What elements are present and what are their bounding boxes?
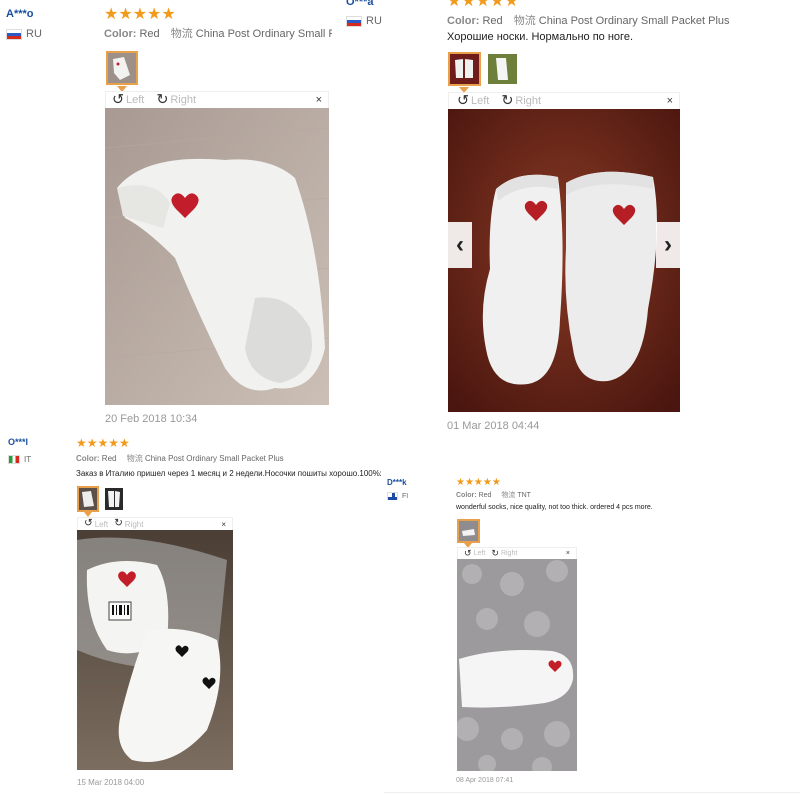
rotate-left-icon: ↺ — [112, 91, 124, 108]
rotate-right-button[interactable]: ↻ Right — [501, 92, 542, 109]
review-photo — [457, 559, 577, 771]
photo-toolbar: ↺ Left ↻ Right × — [77, 517, 233, 530]
rotate-right-icon: ↻ — [114, 517, 123, 529]
rotate-right-label: Right — [515, 94, 542, 107]
rotate-left-icon: ↺ — [464, 547, 472, 558]
review-photo — [77, 530, 233, 770]
shipping-value: China Post Ordinary Small Packet Plus — [538, 15, 730, 27]
review-meta: Color: Red 物流 China Post Ordinary Small … — [76, 453, 376, 464]
previous-photo-button[interactable]: ‹ — [448, 222, 472, 268]
rotate-right-button[interactable]: ↻ Right — [114, 517, 144, 529]
reviewer-name: D***k — [387, 478, 407, 487]
rotate-left-button[interactable]: ↺ Left — [457, 92, 490, 109]
review-text: Хорошие носки. Нормально по ноге. — [447, 31, 633, 43]
color-value: Red — [101, 454, 117, 463]
reviewer-name: O***a — [346, 0, 374, 8]
bottom-divider — [384, 792, 800, 793]
rating-stars: ★★★★★ — [456, 477, 501, 488]
shipping-label: 物流 — [170, 28, 193, 40]
review-meta: Color: Red 物流 China Post Ordinary Small … — [447, 12, 777, 28]
color-label: Color: — [447, 15, 480, 27]
next-photo-button[interactable]: › — [656, 222, 680, 268]
reviewer-name: O***l — [8, 437, 29, 447]
reviewer-country: RU — [346, 15, 382, 27]
italy-flag-icon — [8, 455, 20, 464]
rotate-left-icon: ↺ — [84, 517, 93, 529]
color-label: Color: — [76, 454, 100, 463]
rotate-right-icon: ↻ — [491, 547, 499, 558]
chevron-left-icon: ‹ — [456, 231, 464, 258]
rotate-right-label: Right — [124, 519, 144, 529]
color-value: Red — [139, 28, 160, 40]
review-date: 20 Feb 2018 10:34 — [105, 413, 198, 425]
review-text: wonderful socks, nice quality, not too t… — [456, 504, 653, 511]
close-button[interactable]: × — [221, 520, 232, 529]
reviewer-country: FI — [387, 492, 408, 500]
photo-toolbar: ↺ Left ↻ Right × — [105, 91, 329, 108]
rotate-left-label: Left — [470, 94, 490, 107]
rotate-left-button[interactable]: ↺ Left — [464, 547, 486, 558]
review-date: 01 Mar 2018 04:44 — [447, 420, 540, 432]
reviewer-country: IT — [8, 455, 31, 464]
chevron-right-icon: › — [664, 231, 672, 258]
review-text: Заказ в Италию пришел через 1 месяц и 2 … — [76, 469, 381, 478]
country-code: RU — [366, 15, 382, 27]
photo-toolbar: ↺ Left ↻ Right × — [457, 547, 577, 559]
shipping-label: 物流 — [126, 454, 143, 463]
shipping-value: China Post Ordinary Small Packet Plus — [195, 28, 332, 40]
rating-stars: ★★★★★ — [447, 0, 519, 10]
color-value: Red — [482, 15, 503, 27]
country-code: FI — [402, 492, 409, 500]
rotate-right-label: Right — [500, 550, 518, 557]
shipping-label: 物流 — [513, 15, 536, 27]
review-date: 15 Mar 2018 04:00 — [77, 778, 145, 787]
russia-flag-icon — [346, 15, 362, 27]
photo-thumbnail[interactable] — [77, 486, 99, 512]
country-code: IT — [24, 455, 32, 464]
rotate-left-button[interactable]: ↺ Left — [84, 517, 109, 529]
review-photo — [105, 108, 329, 405]
finland-flag-icon — [387, 492, 398, 500]
shipping-label: 物流 — [501, 492, 516, 499]
reviewer-name: A***o — [6, 8, 34, 20]
photo-toolbar: ↺ Left ↻ Right × — [448, 92, 680, 109]
rotate-left-label: Left — [94, 519, 109, 529]
country-code: RU — [26, 28, 42, 40]
review-meta: Color: Red 物流 China Post Ordinary Small … — [104, 25, 332, 41]
rotate-left-label: Left — [473, 550, 486, 557]
reviewer-country: RU — [6, 28, 42, 40]
rating-stars: ★★★★★ — [104, 6, 176, 23]
rotate-right-label: Right — [170, 93, 197, 106]
photo-thumbnail[interactable] — [103, 486, 125, 512]
rotate-right-icon: ↻ — [156, 91, 169, 108]
close-button[interactable]: × — [566, 550, 576, 557]
rotate-left-button[interactable]: ↺ Left — [112, 91, 145, 108]
close-button[interactable]: × — [667, 95, 679, 107]
rating-stars: ★★★★★ — [76, 436, 130, 450]
close-button[interactable]: × — [316, 94, 328, 106]
shipping-value: TNT — [517, 492, 531, 499]
photo-thumbnail[interactable] — [457, 519, 480, 543]
rotate-left-icon: ↺ — [457, 92, 469, 109]
review-photo — [448, 109, 680, 412]
color-label: Color: — [104, 28, 137, 40]
photo-thumbnail[interactable] — [106, 51, 138, 85]
rotate-right-button[interactable]: ↻ Right — [491, 547, 518, 558]
rotate-left-label: Left — [125, 93, 145, 106]
photo-thumbnail[interactable] — [486, 52, 519, 86]
review-date: 08 Apr 2018 07:41 — [456, 777, 514, 784]
rotate-right-icon: ↻ — [501, 92, 514, 109]
rotate-right-button[interactable]: ↻ Right — [156, 91, 197, 108]
photo-thumbnail[interactable] — [448, 52, 481, 86]
color-value: Red — [478, 492, 492, 499]
review-meta: Color: Red 物流 TNT — [456, 490, 706, 500]
color-label: Color: — [456, 492, 477, 499]
shipping-value: China Post Ordinary Small Packet Plus — [144, 454, 284, 463]
russia-flag-icon — [6, 28, 22, 40]
